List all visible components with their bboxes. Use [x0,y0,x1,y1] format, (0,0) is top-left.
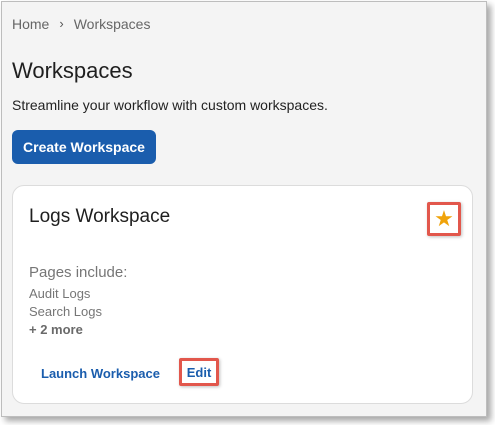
list-item: Audit Logs [29,286,91,301]
workspace-card: Logs Workspace ★ Pages include: Audit Lo… [12,185,473,404]
breadcrumb-current: Workspaces [73,16,151,32]
launch-workspace-link[interactable]: Launch Workspace [41,366,160,381]
page-subtitle: Streamline your workflow with custom wor… [12,97,328,113]
breadcrumb: Home › Workspaces [12,15,151,33]
page-title: Workspaces [12,58,133,83]
pages-include-label: Pages include: [29,264,128,281]
edit-link[interactable]: Edit [187,365,212,380]
chevron-right-icon: › [59,15,64,31]
app-frame: Home › Workspaces Workspaces Streamline … [1,1,487,417]
pages-list: Audit Logs Search Logs + 2 more [29,285,102,339]
edit-highlight: Edit [179,358,219,386]
favorite-button[interactable]: ★ [427,202,461,236]
breadcrumb-home-link[interactable]: Home [12,16,49,32]
star-icon: ★ [434,206,454,231]
workspace-title: Logs Workspace [29,206,171,227]
create-workspace-button[interactable]: Create Workspace [12,130,156,164]
more-pages-label: + 2 more [29,322,83,337]
list-item: Search Logs [29,304,102,319]
